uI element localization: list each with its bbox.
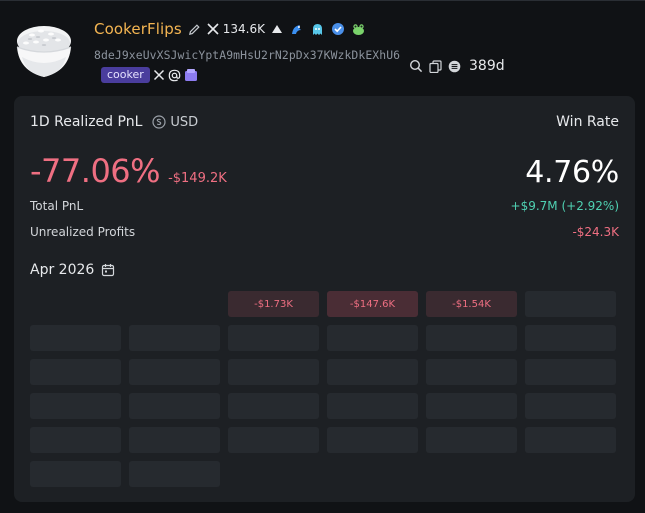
win-rate-label: Win Rate [556,114,619,130]
total-pnl-label: Total PnL [30,199,84,213]
triangle-icon[interactable] [271,23,283,35]
calendar-day-cell[interactable] [129,393,220,419]
calendar-day-cell[interactable] [129,359,220,385]
calendar-day-cell[interactable] [30,291,121,317]
blue-bird-icon[interactable] [289,22,304,37]
x-follower-count: 134.6K [222,22,266,36]
calendar-day-cell[interactable] [327,393,418,419]
calendar-day-cell[interactable]: -$147.6K [327,291,418,317]
x-twitter-icon[interactable] [207,23,219,35]
calendar-day-cell[interactable] [525,325,616,351]
calendar-day-cell[interactable] [228,359,319,385]
x-link-icon[interactable] [153,69,165,81]
total-pnl-value: +$9.7M (+2.92%) [510,199,619,213]
top-divider [0,0,645,1]
calendar-month: Apr 2026 [30,262,95,278]
profile-name[interactable]: CookerFlips [94,20,182,38]
edit-icon[interactable] [188,23,201,36]
calendar-day-cell[interactable] [426,325,517,351]
calendar-day-cell[interactable] [525,359,616,385]
realized-pnl-header: 1D Realized PnL USD [30,114,198,130]
calendar-week-row [30,461,620,487]
coin-icon [448,60,461,73]
calendar-day-cell[interactable] [426,393,517,419]
calendar-day-cell[interactable] [129,427,220,453]
calendar-day-cell[interactable] [228,427,319,453]
calendar-day-cell[interactable] [525,427,616,453]
calendar-day-cell[interactable] [426,427,517,453]
calendar-day-cell[interactable] [30,325,121,351]
pnl-values-row: -77.06% -$149.2K 4.76% [30,148,619,190]
calendar-day-cell[interactable]: -$1.54K [426,291,517,317]
calendar-week-row [30,325,620,351]
profile-name-row: CookerFlips 134.6K [94,19,366,39]
currency-toggle[interactable]: USD [152,115,198,130]
search-icon[interactable] [409,59,423,73]
calendar-day-cell[interactable]: -$1.73K [228,291,319,317]
calendar-day-cell[interactable] [228,325,319,351]
calendar-day-cell[interactable] [327,325,418,351]
calendar-day-cell[interactable] [525,393,616,419]
calendar-day-cell[interactable] [129,325,220,351]
pnl-card: 1D Realized PnL USD Win Rate -77.06% -$1… [14,96,635,502]
unrealized-label: Unrealized Profits [30,225,136,239]
calendar-week-row: -$1.73K -$147.6K -$1.54K [30,291,620,317]
win-rate-value: 4.76% [525,155,619,190]
currency-label: USD [170,114,199,130]
calendar-day-cell[interactable] [30,393,121,419]
unrealized-value: -$24.3K [572,225,619,239]
calendar-day-cell[interactable] [129,461,220,487]
calendar-day-cell[interactable] [525,291,616,317]
calendar-day-cell[interactable] [426,359,517,385]
realized-pnl-title: 1D Realized PnL [30,114,143,130]
calendar-week-row [30,393,620,419]
calendar-week-row [30,359,620,385]
copy-icon[interactable] [429,59,442,73]
calendar-day-cell[interactable] [30,461,121,487]
wallet-age: 389d [469,58,505,74]
currency-switch-icon [152,115,166,129]
calendar-day-cell[interactable] [30,359,121,385]
calendar-icon[interactable] [101,263,115,277]
calendar-grid: -$1.73K -$147.6K -$1.54K [30,291,620,495]
ghost-icon[interactable] [310,22,325,37]
frog-icon[interactable] [351,22,366,37]
calendar-day-cell[interactable] [327,427,418,453]
folder-icon[interactable] [184,68,198,82]
calendar-day-cell[interactable] [327,359,418,385]
unrealized-row: Unrealized Profits -$24.3K [30,224,619,240]
calendar-day-cell[interactable] [129,291,220,317]
realized-pnl-usd: -$149.2K [168,171,227,186]
wallet-address[interactable]: 8deJ9xeUvXSJwicYptA9mHsU2rN2pDx37KWzkDkE… [94,48,400,62]
verified-badge-icon[interactable] [331,22,345,36]
total-pnl-row: Total PnL +$9.7M (+2.92%) [30,198,619,214]
cooker-tag[interactable]: cooker [101,67,150,83]
address-tools: 389d [409,57,505,75]
realized-pnl-percent: -77.06% [30,152,161,190]
at-icon[interactable] [168,69,181,82]
calendar-month-row: Apr 2026 [30,261,115,279]
calendar-week-row [30,427,620,453]
calendar-day-cell[interactable] [228,393,319,419]
calendar-day-cell[interactable] [30,427,121,453]
pnl-card-header: 1D Realized PnL USD Win Rate [30,113,619,131]
tag-row: cooker [101,67,198,83]
avatar[interactable] [14,21,74,81]
